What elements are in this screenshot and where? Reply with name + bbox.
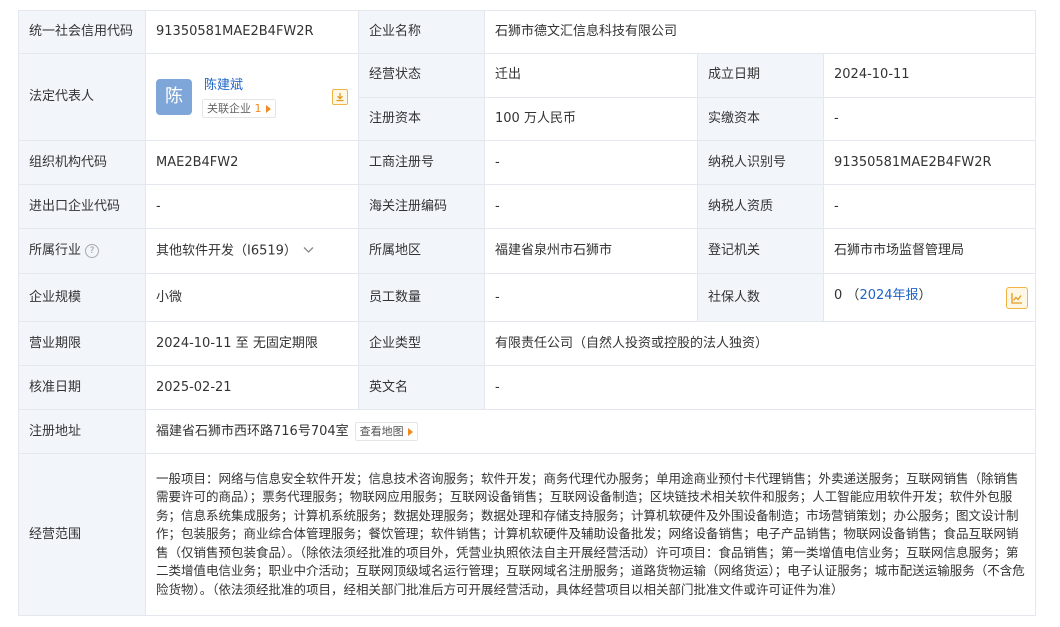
label-legal-rep: 法定代表人	[18, 53, 146, 141]
value-insured: 0	[834, 287, 843, 303]
label-company-name: 企业名称	[358, 10, 485, 54]
label-credit-code: 统一社会信用代码	[18, 10, 146, 54]
download-icon[interactable]	[332, 89, 348, 105]
value-approval-date: 2025-02-21	[145, 365, 359, 410]
value-authority: 石狮市市场监督管理局	[823, 228, 1036, 274]
label-authority: 登记机关	[697, 228, 824, 274]
value-customs-code: -	[484, 184, 698, 229]
value-taxpayer-id: 91350581MAE2B4FW2R	[823, 140, 1036, 185]
value-industry: 其他软件开发（I6519）	[156, 243, 297, 259]
label-industry-cell: 所属行业?	[18, 228, 146, 274]
view-map-button[interactable]: 查看地图	[354, 422, 418, 441]
row-scale: 企业规模 小微 员工数量 - 社保人数 0 （2024年报）	[18, 273, 1036, 322]
row-scope: 经营范围 一般项目：网络与信息安全软件开发；信息技术咨询服务；软件开发；商务代理…	[18, 453, 1036, 616]
label-region: 所属地区	[358, 228, 485, 274]
row-credit-code: 统一社会信用代码 91350581MAE2B4FW2R 企业名称 石狮市德文汇信…	[18, 10, 1036, 54]
row-status: 法定代表人 陈 陈建斌 关联企业 1 经营状态 迁出 成立日期 2024-10-…	[18, 53, 1036, 141]
value-business-reg-no: -	[484, 140, 698, 185]
value-scale: 小微	[145, 273, 359, 322]
label-import-export-code: 进出口企业代码	[18, 184, 146, 229]
row-import-export: 进出口企业代码 - 海关注册编码 - 纳税人资质 -	[18, 184, 1036, 229]
label-industry: 所属行业	[29, 243, 82, 258]
legal-rep-name-link[interactable]: 陈建斌	[204, 77, 243, 95]
value-term: 2024-10-11 至 无固定期限	[145, 321, 359, 366]
value-scope: 一般项目：网络与信息安全软件开发；信息技术咨询服务；软件开发；商务代理代办服务；…	[156, 470, 1025, 597]
label-taxpayer-qual: 纳税人资质	[697, 184, 824, 229]
question-circle-icon[interactable]: ?	[85, 243, 100, 258]
industry-cell[interactable]: 其他软件开发（I6519）	[145, 228, 359, 274]
company-info-panel: 统一社会信用代码 91350581MAE2B4FW2R 企业名称 石狮市德文汇信…	[18, 10, 1036, 616]
related-companies-button[interactable]: 关联企业 1	[202, 99, 276, 118]
label-paid-capital: 实缴资本	[697, 96, 824, 141]
label-staff: 员工数量	[358, 273, 485, 322]
value-paid-capital: -	[823, 96, 1036, 141]
label-customs-code: 海关注册编码	[358, 184, 485, 229]
related-companies-count: 1	[254, 102, 262, 115]
value-english-name: -	[484, 365, 1036, 410]
label-insured: 社保人数	[697, 273, 824, 322]
value-org-code: MAE2B4FW2	[145, 140, 359, 185]
value-company-type: 有限责任公司（自然人投资或控股的法人独资）	[484, 321, 1036, 366]
row-industry: 所属行业? 其他软件开发（I6519） 所属地区 福建省泉州市石狮市 登记机关 …	[18, 228, 1036, 274]
label-business-reg-no: 工商注册号	[358, 140, 485, 185]
label-taxpayer-id: 纳税人识别号	[697, 140, 824, 185]
row-address: 注册地址 福建省石狮市西环路716号704室 查看地图	[18, 409, 1036, 454]
label-reg-capital: 注册资本	[358, 96, 485, 141]
value-import-export-code: -	[145, 184, 359, 229]
label-address: 注册地址	[18, 409, 146, 454]
label-org-code: 组织机构代码	[18, 140, 146, 185]
report-suffix: ）	[918, 287, 932, 303]
legal-rep-cell: 陈 陈建斌 关联企业 1	[145, 53, 359, 141]
label-status: 经营状态	[358, 53, 485, 98]
row-term: 营业期限 2024-10-11 至 无固定期限 企业类型 有限责任公司（自然人投…	[18, 321, 1036, 366]
label-approval-date: 核准日期	[18, 365, 146, 410]
caret-right-icon	[407, 428, 413, 436]
value-status: 迁出	[484, 53, 698, 98]
related-companies-label: 关联企业	[207, 102, 251, 115]
insured-cell: 0 （2024年报）	[823, 273, 1036, 322]
label-established: 成立日期	[697, 53, 824, 98]
annual-report-link[interactable]: 2024年报	[859, 288, 918, 303]
view-map-label: 查看地图	[359, 425, 404, 438]
label-scale: 企业规模	[18, 273, 146, 322]
value-credit-code: 91350581MAE2B4FW2R	[145, 10, 359, 54]
value-region: 福建省泉州市石狮市	[484, 228, 698, 274]
line-chart-icon[interactable]	[1006, 286, 1028, 309]
value-staff: -	[484, 273, 698, 322]
row-approval: 核准日期 2025-02-21 英文名 -	[18, 365, 1036, 410]
value-address: 福建省石狮市西环路716号704室	[156, 424, 349, 439]
label-term: 营业期限	[18, 321, 146, 366]
row-org-code: 组织机构代码 MAE2B4FW2 工商注册号 - 纳税人识别号 91350581…	[18, 140, 1036, 185]
chevron-down-icon[interactable]	[303, 242, 314, 260]
company-info-table: 统一社会信用代码 91350581MAE2B4FW2R 企业名称 石狮市德文汇信…	[18, 10, 1036, 616]
value-established: 2024-10-11	[823, 53, 1036, 98]
scope-cell: 一般项目：网络与信息安全软件开发；信息技术咨询服务；软件开发；商务代理代办服务；…	[145, 453, 1036, 616]
report-prefix: （	[846, 287, 860, 303]
value-reg-capital: 100 万人民币	[484, 96, 698, 141]
address-cell: 福建省石狮市西环路716号704室 查看地图	[145, 409, 1036, 454]
value-taxpayer-qual: -	[823, 184, 1036, 229]
label-english-name: 英文名	[358, 365, 485, 410]
value-company-name: 石狮市德文汇信息科技有限公司	[484, 10, 1036, 54]
label-scope: 经营范围	[18, 453, 146, 616]
avatar: 陈	[156, 79, 192, 115]
caret-right-icon	[265, 105, 271, 113]
label-company-type: 企业类型	[358, 321, 485, 366]
